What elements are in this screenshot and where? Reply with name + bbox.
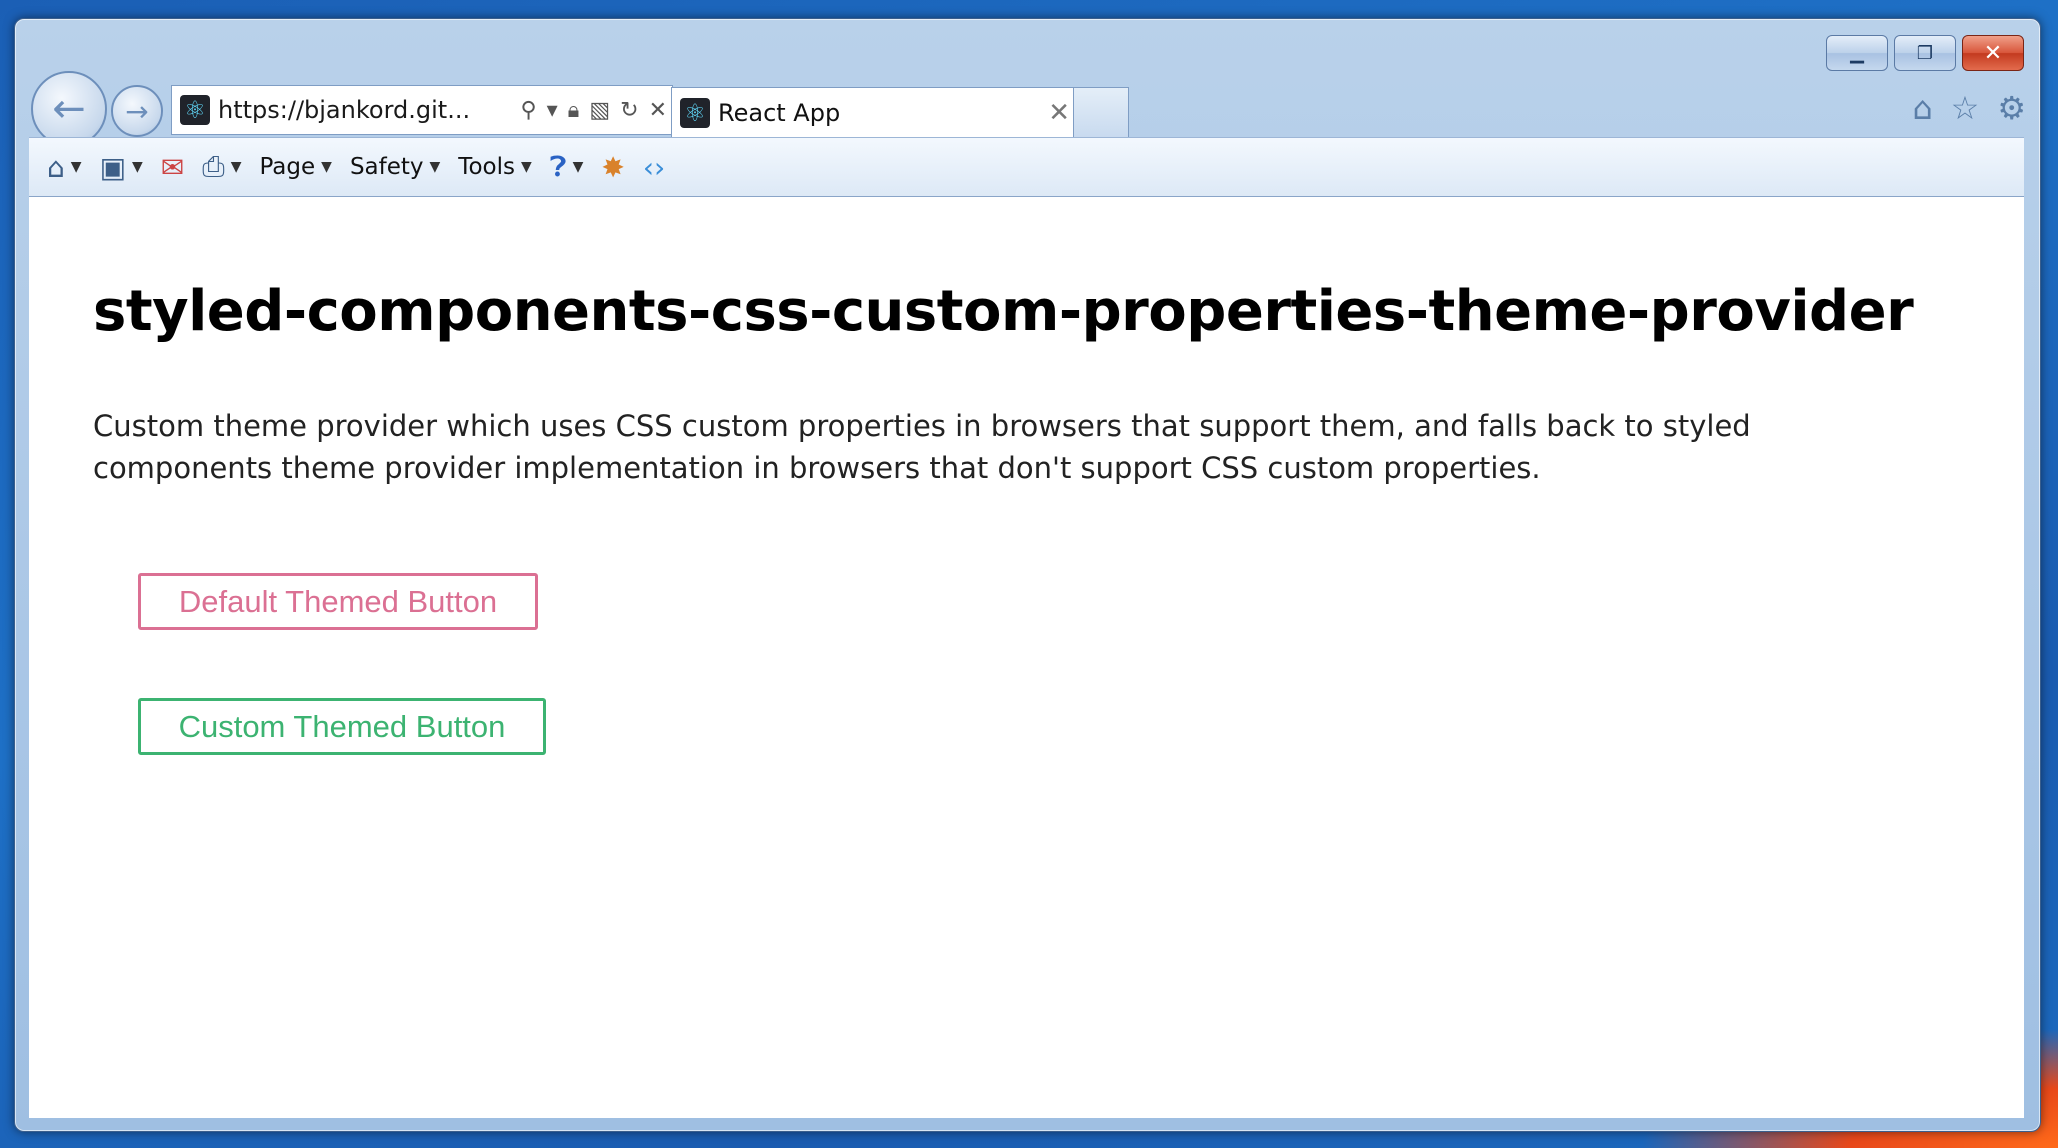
print-command[interactable]: ⎙ ▼ [202,150,241,184]
chevron-down-icon[interactable]: ▼ [231,159,242,175]
developer-tools-icon: ‹› [642,150,666,184]
chevron-down-icon[interactable]: ▼ [71,159,82,175]
back-arrow-icon: ← [52,86,86,132]
chevron-down-icon[interactable]: ▼ [132,159,143,175]
command-bar: ⌂ ▼ ▣ ▼ ✉ ⎙ ▼ Page ▼ Safety ▼ Tools ▼ ❓︎… [29,137,2024,196]
custom-themed-button[interactable]: Custom Themed Button [138,698,546,755]
home-icon: ⌂ [47,150,65,184]
chevron-down-icon: ▼ [572,159,584,175]
forward-arrow-icon: → [125,94,149,128]
address-bar[interactable]: ⚛ https://bjankord.git... ⚲ ▾ 🔒︎ ▧ ↻ ✕ [171,85,673,135]
minimize-button[interactable]: ▁ [1826,35,1888,71]
page-menu[interactable]: Page ▼ [259,154,331,180]
chevron-down-icon: ▼ [520,159,532,175]
maximize-button[interactable]: ❐ [1894,35,1956,71]
feeds-command[interactable]: ▣ ▼ [100,151,143,184]
lock-icon[interactable]: 🔒︎ [568,98,580,123]
address-url[interactable]: https://bjankord.git... [218,96,515,124]
bug-icon: ✸ [601,150,625,184]
help-menu[interactable]: ❓︎ ▼ [550,150,584,184]
default-themed-button[interactable]: Default Themed Button [138,573,538,630]
browser-window: ▁ ❐ ✕ ← → ⚛ https://bjankord.git... ⚲ ▾ … [14,18,2041,1132]
page-content: styled-components-css-custom-properties-… [29,196,2024,1118]
refresh-icon[interactable]: ↻ [620,98,638,123]
tab-react-app[interactable]: ⚛ React App ✕ [671,87,1083,138]
mail-icon: ✉ [160,150,185,184]
close-window-button[interactable]: ✕ [1962,35,2024,71]
star-icon[interactable]: ☆ [1951,89,1980,127]
tools-menu[interactable]: Tools ▼ [458,154,531,180]
tools-menu-label: Tools [458,154,515,180]
window-controls: ▁ ❐ ✕ [1820,35,2024,71]
print-icon: ⎙ [202,150,225,183]
tab-close-icon[interactable]: ✕ [1048,98,1070,128]
browser-right-icons: ⌂ ☆ ⚙ [1894,89,2026,127]
help-icon: ❓︎ [549,150,567,183]
safety-menu-label: Safety [349,154,424,180]
tab-favicon-icon: ⚛ [680,98,710,128]
page-title: styled-components-css-custom-properties-… [93,279,1914,344]
gear-icon[interactable]: ⚙ [1997,89,2026,127]
compatibility-view-icon[interactable]: ▧ [589,98,610,123]
dropdown-icon[interactable]: ▾ [547,98,558,123]
rss-feed-icon: ▣ [99,150,127,184]
home-command[interactable]: ⌂ ▼ [47,151,82,184]
new-tab-button[interactable] [1073,87,1129,138]
chevron-down-icon: ▼ [429,159,441,175]
back-button[interactable]: ← [31,71,107,147]
dev-tools-command[interactable]: ‹› [643,151,665,184]
forward-button[interactable]: → [111,85,163,137]
home-icon[interactable]: ⌂ [1912,89,1932,127]
page-description: Custom theme provider which uses CSS cus… [93,409,1751,485]
page-menu-label: Page [259,154,316,180]
chevron-down-icon: ▼ [321,159,332,175]
safety-menu[interactable]: Safety ▼ [350,154,440,180]
search-icon[interactable]: ⚲ [520,98,536,123]
site-favicon-icon: ⚛ [180,95,210,125]
tab-title: React App [718,99,841,127]
mail-command[interactable]: ✉ [161,151,184,184]
research-command[interactable]: ✸ [601,151,624,184]
stop-icon[interactable]: ✕ [649,98,667,123]
